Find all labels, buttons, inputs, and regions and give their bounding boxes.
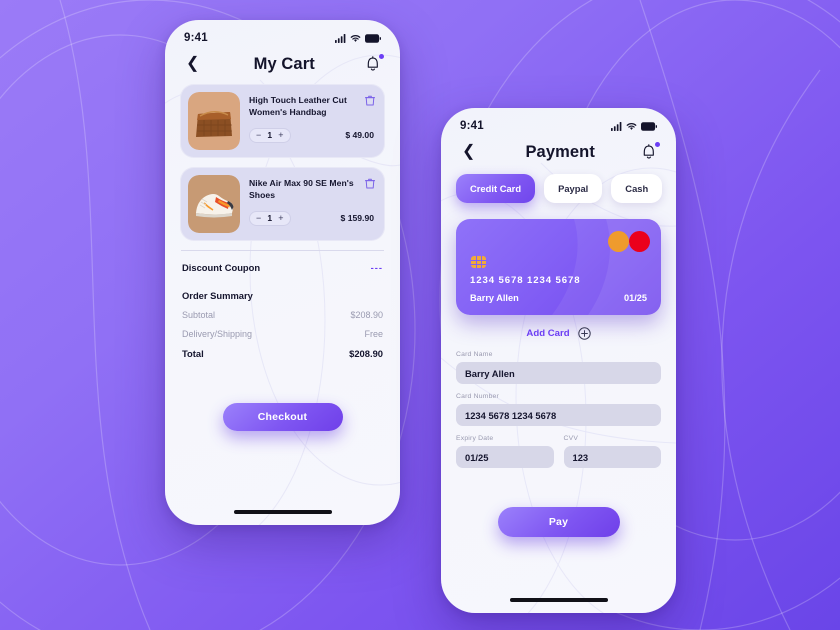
add-card-button[interactable]: Add Card: [441, 327, 676, 340]
cart-item-body: High Touch Leather Cut Women's Handbag −…: [249, 92, 377, 150]
cart-item-title: High Touch Leather Cut Women's Handbag: [249, 95, 347, 118]
checkout-button[interactable]: Checkout: [222, 403, 343, 431]
cart-items-list: High Touch Leather Cut Women's Handbag −…: [165, 80, 400, 241]
trash-icon[interactable]: [364, 176, 376, 194]
quantity-value: 1: [267, 130, 273, 141]
cart-item-title: Nike Air Max 90 SE Men's Shoes: [249, 178, 354, 201]
cart-item[interactable]: Nike Air Max 90 SE Men's Shoes − 1 + $ 1…: [180, 167, 385, 241]
expiry-input[interactable]: [456, 446, 554, 468]
discount-coupon-value: ---: [370, 262, 383, 273]
cart-item-body: Nike Air Max 90 SE Men's Shoes − 1 + $ 1…: [249, 175, 377, 233]
cart-item-controls: − 1 + $ 49.00: [249, 127, 377, 143]
payment-nav-bar: ❮ Payment: [441, 134, 676, 168]
quantity-value: 1: [267, 213, 273, 224]
quantity-stepper[interactable]: − 1 +: [249, 210, 291, 226]
plus-circle-icon[interactable]: [577, 327, 591, 340]
pay-button[interactable]: Pay: [497, 507, 620, 537]
discount-coupon-row[interactable]: Discount Coupon ---: [182, 262, 383, 273]
tab-cash[interactable]: Cash: [611, 174, 663, 203]
order-summary-heading: Order Summary: [182, 290, 253, 301]
quantity-stepper[interactable]: − 1 +: [249, 127, 291, 143]
cart-item-price: $ 49.00: [345, 130, 374, 141]
card-number-input[interactable]: [456, 404, 661, 426]
summary-label: Subtotal: [182, 310, 216, 320]
expiry-cvv-row: Expiry Date CVV: [456, 435, 661, 477]
card-name-field-group: Card Name: [456, 351, 661, 384]
quantity-decrement-button[interactable]: −: [256, 130, 261, 140]
summary-total-label: Total: [182, 348, 204, 359]
summary-row-total: Total $208.90: [182, 348, 383, 359]
cellular-signal-icon: [335, 33, 346, 43]
notification-bell-icon[interactable]: [641, 142, 660, 161]
payment-method-tabs: Credit Card Paypal Cash: [441, 168, 676, 203]
handbag-product-image: [188, 92, 240, 150]
expiry-field-group: Expiry Date: [456, 435, 554, 468]
credit-card-section: mastercard 1234 5678 1234 5678 Barry All…: [441, 203, 676, 315]
sneaker-product-image: [188, 175, 240, 233]
cvv-label: CVV: [563, 435, 579, 442]
summary-row-delivery: Delivery/Shipping Free: [182, 329, 383, 339]
card-number-field-group: Card Number: [456, 393, 661, 426]
discount-coupon-label: Discount Coupon: [182, 262, 261, 273]
notification-dot: [379, 54, 384, 59]
card-number-display: 1234 5678 1234 5678: [470, 275, 581, 286]
notification-dot: [654, 142, 660, 147]
summary-value: Free: [364, 329, 383, 339]
status-icons: [335, 33, 381, 43]
summary-label: Delivery/Shipping: [182, 329, 253, 339]
status-icons: [611, 121, 657, 131]
payment-phone-screen: 9:41 ❮ Payment Credit Card Paypal Cash 1…: [441, 108, 676, 613]
status-time: 9:41: [184, 32, 208, 44]
status-bar: 9:41: [441, 108, 676, 134]
cart-item[interactable]: High Touch Leather Cut Women's Handbag −…: [180, 84, 385, 158]
quantity-increment-button[interactable]: +: [278, 130, 283, 140]
add-card-label: Add Card: [526, 328, 570, 339]
page-title: Payment: [525, 142, 595, 161]
wifi-icon: [350, 34, 361, 42]
summary-row-subtotal: Subtotal $208.90: [182, 310, 383, 320]
tab-credit-card[interactable]: Credit Card: [456, 174, 536, 203]
cart-item-controls: − 1 + $ 159.90: [249, 210, 377, 226]
status-bar: 9:41: [165, 20, 400, 46]
cart-nav-bar: ❮ My Cart: [165, 46, 400, 80]
card-expiry-display: 01/25: [624, 293, 647, 303]
quantity-decrement-button[interactable]: −: [256, 213, 261, 223]
cvv-input[interactable]: [563, 446, 661, 468]
chevron-left-icon[interactable]: ❮: [458, 142, 479, 162]
battery-icon: [365, 33, 381, 43]
battery-icon: [641, 121, 657, 131]
credit-card[interactable]: mastercard 1234 5678 1234 5678 Barry All…: [456, 219, 661, 315]
cart-item-price: $ 159.90: [340, 213, 374, 224]
card-name-input[interactable]: [456, 362, 661, 384]
home-indicator: [509, 598, 608, 602]
home-indicator: [233, 510, 332, 514]
summary-total-value: $208.90: [349, 348, 383, 359]
cvv-field-group: CVV: [563, 435, 661, 468]
wifi-icon: [626, 122, 637, 130]
expiry-label: Expiry Date: [456, 435, 494, 442]
notification-bell-icon[interactable]: [365, 54, 384, 73]
summary-value: $208.90: [350, 310, 383, 320]
page-title: My Cart: [253, 54, 315, 73]
status-time: 9:41: [460, 120, 484, 132]
card-chip-icon: [471, 256, 486, 268]
order-summary-section: Discount Coupon --- Order Summary Subtot…: [165, 251, 400, 359]
background-decorative-arcs: [0, 0, 840, 630]
card-number-label: Card Number: [456, 393, 499, 400]
quantity-increment-button[interactable]: +: [278, 213, 283, 223]
app-background: 9:41 ❮ My Cart High Touch Leather Cut Wo…: [0, 0, 840, 630]
card-details-form: Card Name Card Number Expiry Date CVV: [441, 340, 676, 477]
cellular-signal-icon: [611, 121, 622, 131]
card-holder-display: Barry Allen: [470, 293, 519, 303]
tab-paypal[interactable]: Paypal: [544, 174, 603, 203]
chevron-left-icon[interactable]: ❮: [182, 54, 203, 74]
cart-phone-screen: 9:41 ❮ My Cart High Touch Leather Cut Wo…: [165, 20, 400, 525]
card-name-label: Card Name: [456, 351, 493, 358]
trash-icon[interactable]: [364, 93, 376, 111]
mastercard-logo-icon: mastercard: [608, 231, 651, 252]
